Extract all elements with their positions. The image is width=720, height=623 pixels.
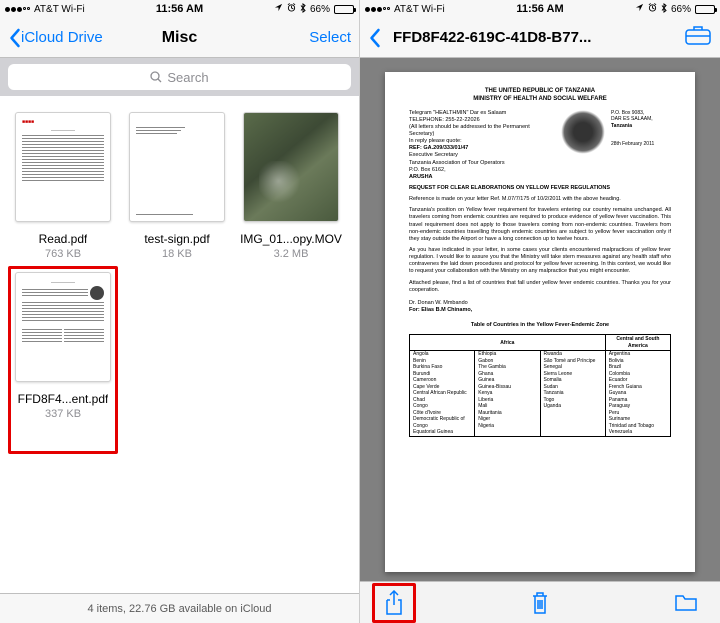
- table-cell: EthiopiaGabonThe GambiaGhanaGuineaGuinea…: [475, 351, 540, 437]
- share-icon: [384, 590, 404, 616]
- bluetooth-icon: [661, 3, 667, 16]
- nav-bar-left: iCloud Drive Misc Select: [0, 18, 359, 58]
- search-input[interactable]: Search: [8, 64, 351, 90]
- doc-ref: REF: GA.209/333/01/47: [409, 145, 555, 152]
- file-thumbnail: ■■■■ ——————: [15, 112, 111, 222]
- file-size: 337 KB: [45, 408, 81, 420]
- document-title: FFD8F422-619C-41D8-B77...: [393, 29, 684, 46]
- doc-header1: THE UNITED REPUBLIC OF TANZANIA: [409, 88, 671, 96]
- file-item[interactable]: IMG_01...opy.MOV 3.2 MB: [238, 112, 344, 260]
- battery-pct: 66%: [671, 4, 691, 15]
- signal-dots-icon: [365, 7, 390, 12]
- doc-addr: (All letters should be addressed to the …: [409, 124, 555, 138]
- location-icon: [274, 3, 283, 15]
- alarm-icon: [287, 3, 296, 15]
- file-thumbnail: [129, 112, 225, 222]
- file-name: test-sign.pdf: [144, 232, 209, 246]
- signal-dots-icon: [5, 7, 30, 12]
- doc-sign1: Dr. Donan W. Mmbando: [409, 300, 671, 307]
- file-item-selected[interactable]: —————— FFD8F4...ent.pdf 337 KB: [10, 272, 116, 420]
- doc-assoc: Tanzania Association of Tour Operators: [409, 160, 555, 167]
- file-size: 18 KB: [162, 248, 192, 260]
- delete-button[interactable]: [524, 587, 556, 619]
- nav-title: Misc: [162, 29, 198, 47]
- doc-header2: MINISTRY OF HEALTH AND SOCIAL WELFARE: [409, 96, 671, 104]
- status-bar: AT&T Wi-Fi 11:56 AM 66%: [360, 0, 720, 18]
- file-name: FFD8F4...ent.pdf: [18, 392, 109, 406]
- file-name: IMG_01...opy.MOV: [240, 232, 342, 246]
- table-header-africa: Africa: [410, 335, 606, 351]
- select-button[interactable]: Select: [309, 29, 351, 46]
- file-size: 3.2 MB: [274, 248, 309, 260]
- toolbox-button[interactable]: [684, 24, 712, 51]
- footer-status: 4 items, 22.76 GB available on iCloud: [0, 593, 359, 623]
- doc-para: Reference is made on your letter Ref. M.…: [409, 196, 671, 203]
- document-page: THE UNITED REPUBLIC OF TANZANIA MINISTRY…: [385, 72, 695, 572]
- toolbox-icon: [684, 24, 712, 46]
- chevron-left-icon: [368, 28, 381, 48]
- status-time: 11:56 AM: [156, 3, 203, 15]
- status-time: 11:56 AM: [516, 3, 563, 15]
- doc-telegram: Telegram "HEALTHMIN" Dar es Salaam: [409, 110, 555, 117]
- phone-icloud-drive: AT&T Wi-Fi 11:56 AM 66% iCloud Drive Mis…: [0, 0, 360, 623]
- trash-icon: [530, 591, 550, 615]
- doc-telephone: TELEPHONE: 255-22-22026: [409, 117, 555, 124]
- location-icon: [635, 3, 644, 15]
- table-header-america: Central and South America: [605, 335, 670, 351]
- chevron-left-icon: [8, 28, 21, 48]
- battery-pct: 66%: [310, 4, 330, 15]
- table-cell: ArgentinaBoliviaBrazilColombiaEcuadorFre…: [605, 351, 670, 437]
- doc-pobox: P.O. Box 6162,: [409, 167, 555, 174]
- back-button[interactable]: [368, 28, 381, 48]
- folder-icon: [674, 593, 698, 613]
- battery-icon: [695, 5, 715, 14]
- coat-of-arms-icon: [561, 110, 605, 154]
- table-cell: RwandaSão Tomé and PríncipeSenegalSierra…: [540, 351, 605, 437]
- file-thumbnail: [243, 112, 339, 222]
- file-item[interactable]: test-sign.pdf 18 KB: [124, 112, 230, 260]
- doc-table-title: Table of Countries in the Yellow Fever-E…: [409, 322, 671, 329]
- file-thumbnail: ——————: [15, 272, 111, 382]
- doc-para: As you have indicated in your letter, in…: [409, 247, 671, 276]
- search-bar: Search: [0, 58, 359, 96]
- doc-subject: REQUEST FOR CLEAR ELABORATIONS ON YELLOW…: [409, 185, 671, 192]
- file-item[interactable]: ■■■■ —————— Read.pdf 763 KB: [10, 112, 116, 260]
- search-icon: [150, 71, 162, 83]
- file-grid: ■■■■ —————— Read.pdf 763 KB test-sign.pd…: [0, 96, 359, 593]
- back-label: iCloud Drive: [21, 29, 103, 46]
- doc-reply: In reply please quote:: [409, 138, 555, 145]
- share-button[interactable]: [378, 587, 410, 619]
- doc-para: Tanzania's position on Yellow fever requ…: [409, 207, 671, 243]
- alarm-icon: [648, 3, 657, 15]
- battery-icon: [334, 5, 354, 14]
- status-bar: AT&T Wi-Fi 11:56 AM 66%: [0, 0, 359, 18]
- doc-sign2: For: Elias B.M Chinamo,: [409, 307, 671, 314]
- document-preview[interactable]: THE UNITED REPUBLIC OF TANZANIA MINISTRY…: [360, 58, 720, 581]
- doc-addr-right3: Tanzania: [611, 123, 671, 130]
- table-cell: AngolaBeninBurkina FasoBurundiCameroonCa…: [410, 351, 475, 437]
- doc-exec: Executive Secretary: [409, 152, 555, 159]
- doc-date: 28th February 2011: [611, 141, 671, 148]
- file-name: Read.pdf: [39, 232, 88, 246]
- doc-para: Attached please, find a list of countrie…: [409, 280, 671, 294]
- doc-city: ARUSHA: [409, 174, 555, 181]
- back-button[interactable]: iCloud Drive: [8, 28, 103, 48]
- carrier-label: AT&T Wi-Fi: [34, 4, 85, 15]
- carrier-label: AT&T Wi-Fi: [394, 4, 445, 15]
- bottom-toolbar: [360, 581, 720, 623]
- folder-button[interactable]: [670, 587, 702, 619]
- bluetooth-icon: [300, 3, 306, 16]
- phone-document-viewer: AT&T Wi-Fi 11:56 AM 66% FFD8F422-619C-41…: [360, 0, 720, 623]
- nav-bar-right: FFD8F422-619C-41D8-B77...: [360, 18, 720, 58]
- file-size: 763 KB: [45, 248, 81, 260]
- doc-table: Africa Central and South America AngolaB…: [409, 334, 671, 437]
- search-placeholder: Search: [167, 70, 208, 85]
